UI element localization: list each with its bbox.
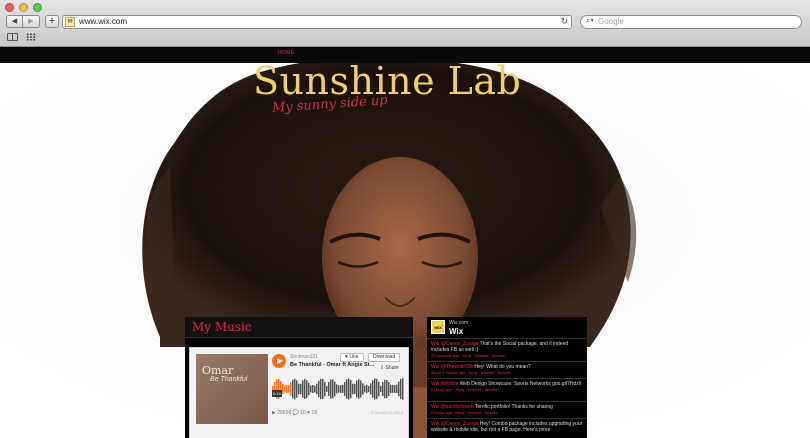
play-button[interactable] (272, 354, 286, 368)
download-button[interactable]: Download (368, 353, 401, 362)
reload-icon[interactable]: ↻ (560, 16, 568, 27)
playback-time: 0:15 (272, 390, 282, 397)
url-text[interactable]: www.wix.com (79, 17, 127, 26)
history-buttons: ◀ ▶ (6, 15, 40, 28)
reading-list-icon[interactable] (7, 33, 18, 41)
back-arrow-icon: ◀ (11, 18, 18, 25)
like-button[interactable]: ♥ Like (340, 353, 364, 362)
feed-post: Wix @sandsdsweb Terrific portfolio! Than… (427, 401, 587, 418)
music-widget: My Music Omar Be Thankful Soulman321 Be … (185, 317, 413, 438)
track-artwork[interactable]: Omar Be Thankful (196, 354, 268, 424)
address-bar[interactable]: ✉ www.wix.com ↻ (62, 15, 572, 29)
post-meta[interactable]: 28 seconds ago · reply · retweet · favor… (431, 353, 583, 359)
feed-post: Wix @Thewrite99k Hey! What do you mean? … (427, 361, 587, 378)
feed-post: Wix #Mobile Web Design Showcase: Sports … (427, 378, 587, 395)
post-meta[interactable]: 6 hours ago · reply · retweet · favorite (431, 410, 583, 416)
social-feed-header: WIX Wix.com Wix (427, 317, 587, 338)
search-icon: ⌕▾ (586, 16, 594, 25)
add-bookmark-button[interactable]: + (45, 15, 59, 28)
forward-arrow-icon: ▶ (28, 18, 34, 25)
like-label: Like (349, 354, 359, 360)
track-title[interactable]: Be Thankful - Omar ft Angie St... (290, 362, 374, 368)
wix-favicon-icon: ✉ (65, 17, 75, 27)
post-meta[interactable]: about 1 minute ago · reply · retweet · f… (431, 370, 583, 376)
social-account-name[interactable]: Wix (449, 327, 463, 336)
back-button[interactable]: ◀ (6, 15, 23, 28)
music-widget-title: My Music (192, 320, 252, 334)
window-controls (5, 3, 42, 12)
artwork-subtitle: Be Thankful (210, 376, 248, 383)
nav-home-link[interactable]: HOME (278, 50, 294, 56)
post-meta[interactable]: 5 hours ago · reply · retweet · favorite (431, 387, 583, 393)
web-page: HOME Sunshine Lab My sunny side up My Mu… (0, 47, 810, 438)
music-widget-header: My Music (185, 317, 413, 338)
zoom-window-button[interactable] (33, 3, 42, 12)
wix-logo-icon[interactable]: WIX (431, 320, 445, 334)
close-window-button[interactable] (5, 3, 14, 12)
forward-button[interactable]: ▶ (23, 15, 40, 28)
feed-post: Wix @Carlos_Zuniga Hey! Combo package in… (427, 418, 587, 435)
soundcloud-player: Omar Be Thankful Soulman321 Be Thankful … (189, 347, 409, 438)
minimize-window-button[interactable] (19, 3, 28, 12)
search-field[interactable]: ⌕▾ Google (580, 15, 802, 29)
social-account-url[interactable]: Wix.com (449, 320, 468, 326)
plus-icon: + (48, 15, 56, 27)
track-uploader[interactable]: Soulman321 (290, 354, 318, 360)
browser-toolbar: ◀ ▶ + ✉ www.wix.com ↻ ⌕▾ Google (0, 0, 810, 47)
social-feed-widget: WIX Wix.com Wix Wix @Carlos_Zuniga That'… (427, 317, 587, 438)
top-sites-grid-icon[interactable] (26, 33, 36, 41)
track-stats: ▶ 28658 💬 10 ♥ 19 (272, 410, 318, 416)
search-placeholder: Google (598, 17, 624, 26)
share-label: Share (385, 365, 399, 371)
waveform-scrubber[interactable] (272, 372, 405, 406)
feed-post: Wix @Carlos_Zuniga That's the Social pac… (427, 338, 587, 361)
share-button[interactable]: ⇪ Share (380, 365, 399, 371)
soundcloud-logo[interactable]: SOUNDCLOUD (371, 410, 404, 415)
